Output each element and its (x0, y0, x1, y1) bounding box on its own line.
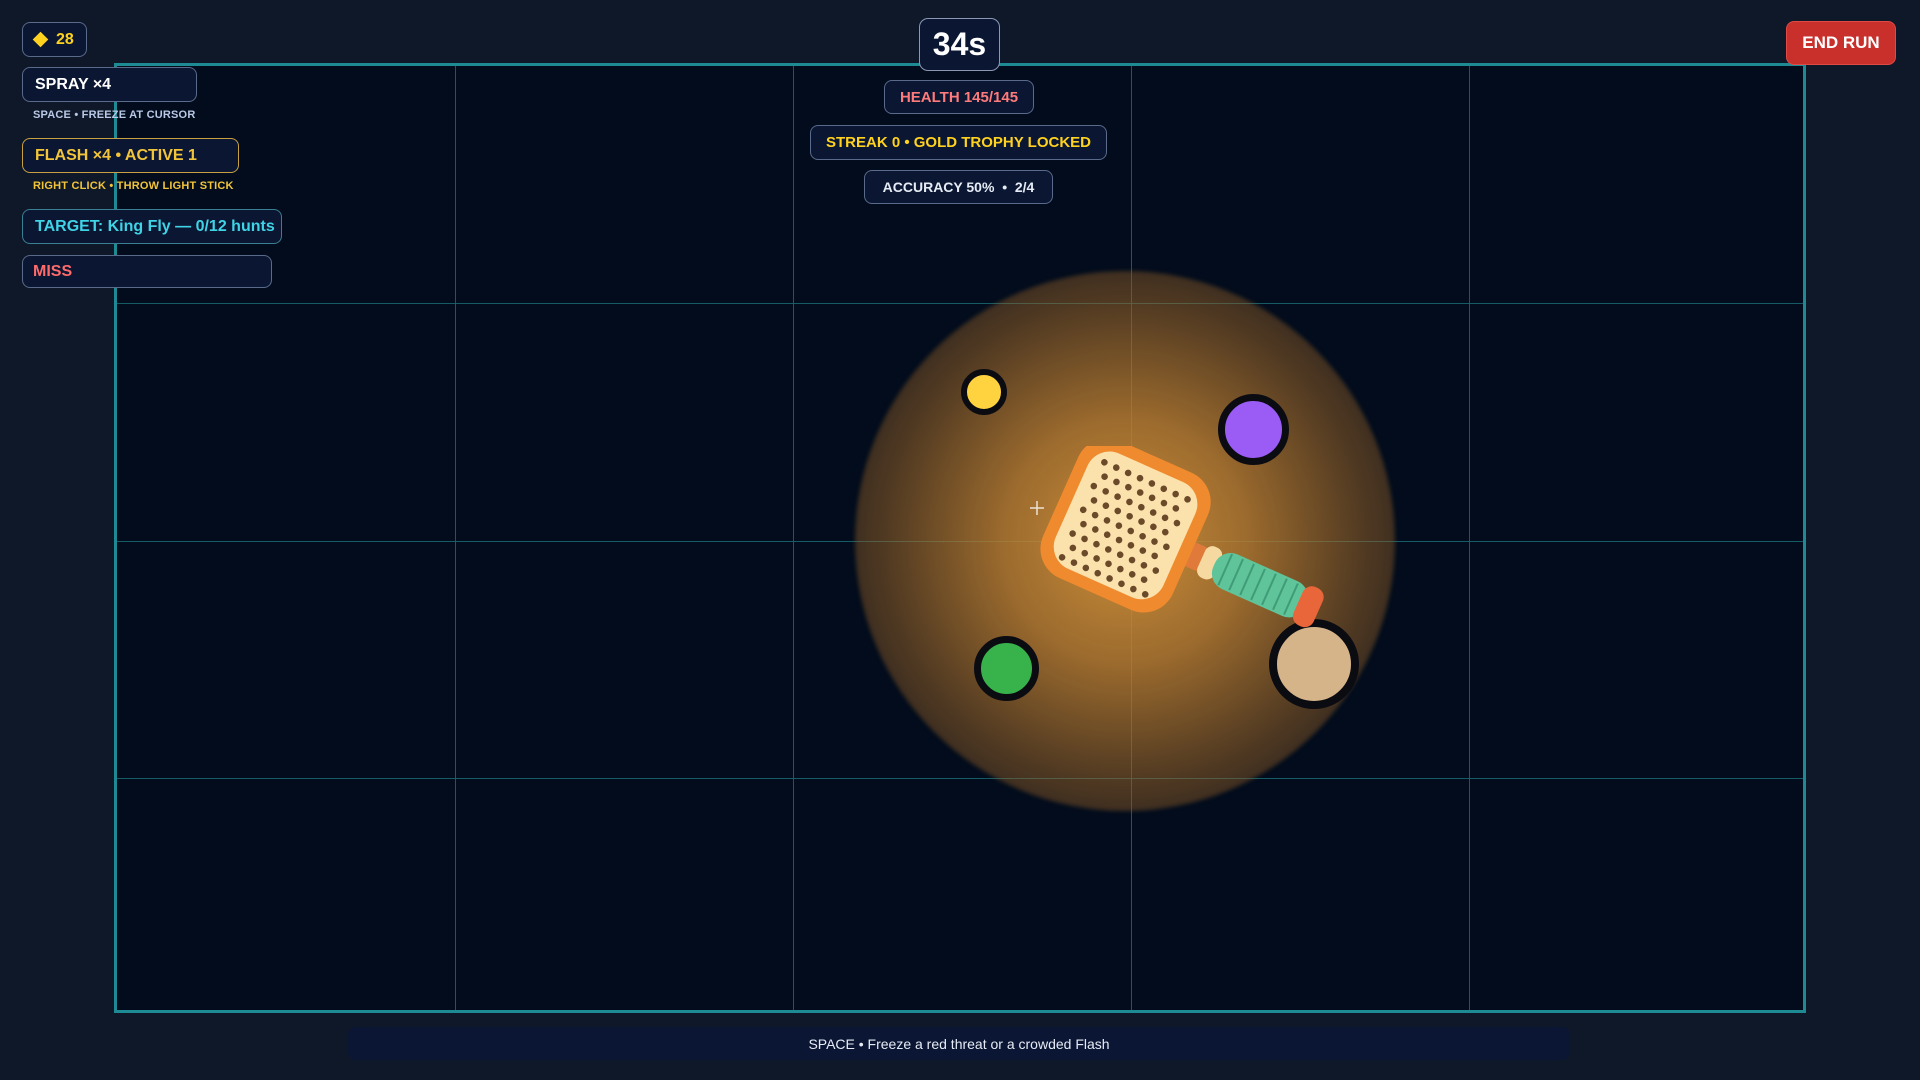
spray-label: SPRAY ×4 (35, 75, 112, 93)
spray-hint: SPACE • FREEZE AT CURSOR (33, 109, 196, 121)
flash-label: FLASH ×4 • ACTIVE 1 (35, 146, 197, 164)
streak-indicator: STREAK 0 • GOLD TROPHY LOCKED (810, 125, 1107, 160)
spray-counter[interactable]: SPRAY ×4 (22, 67, 197, 102)
accuracy-label: ACCURACY 50% • 2/4 (882, 179, 1035, 195)
grid-line (1469, 66, 1470, 1010)
accuracy-indicator: ACCURACY 50% • 2/4 (864, 170, 1053, 204)
health-label: HEALTH 145/145 (899, 88, 1019, 106)
yellow-fly[interactable] (961, 369, 1007, 415)
health-indicator: HEALTH 145/145 (884, 80, 1034, 114)
grid-line (117, 303, 1803, 304)
timer-value: 34s (932, 26, 987, 62)
hit-result-label: MISS (33, 262, 73, 280)
coin-count: 28 (56, 30, 74, 48)
flash-counter[interactable]: FLASH ×4 • ACTIVE 1 (22, 138, 239, 173)
hit-result-indicator: MISS (22, 255, 272, 288)
streak-label: STREAK 0 • GOLD TROPHY LOCKED (826, 134, 1091, 151)
game-arena[interactable] (114, 63, 1806, 1013)
grid-line (117, 778, 1803, 779)
target-indicator: TARGET: King Fly — 0/12 hunts (22, 209, 282, 244)
bottom-hint-text: SPACE • Freeze a red threat or a crowded… (808, 1035, 1110, 1052)
fly-swatter-icon (1030, 446, 1324, 628)
grid-line (455, 66, 456, 1010)
coin-counter: 28 (22, 22, 87, 57)
grid-line (793, 66, 794, 1010)
end-run-button[interactable]: END RUN (1786, 21, 1896, 65)
bottom-hint-bar: SPACE • Freeze a red threat or a crowded… (348, 1027, 1570, 1060)
round-timer: 34s (919, 18, 1000, 71)
target-label: TARGET: King Fly — 0/12 hunts (35, 217, 275, 235)
diamond-icon (32, 31, 49, 48)
flash-hint: RIGHT CLICK • THROW LIGHT STICK (33, 180, 234, 192)
end-run-label: END RUN (1802, 33, 1880, 52)
